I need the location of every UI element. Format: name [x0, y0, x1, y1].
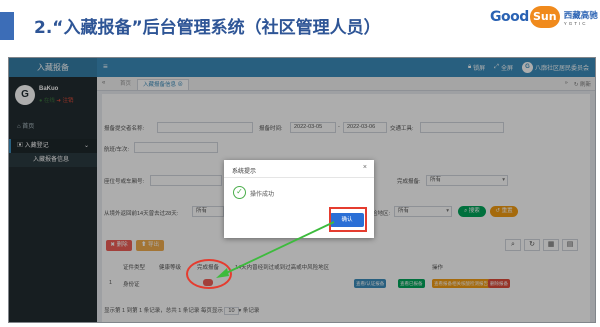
- slide-header: 2.“入藏报备”后台管理系统（社区管理人员） Good Sun 西藏高驰 YGT…: [0, 0, 600, 46]
- close-icon[interactable]: ×: [363, 164, 367, 171]
- company-logo: Good Sun 西藏高驰 YGTIC: [490, 6, 598, 28]
- check-icon: ✓: [233, 186, 246, 199]
- confirm-highlight-box: [329, 207, 367, 232]
- completed-status-highlight: [186, 259, 232, 289]
- dialog-message: 操作成功: [250, 192, 275, 198]
- dialog-divider: [224, 177, 374, 178]
- slide-title: 2.“入藏报备”后台管理系统（社区管理人员）: [34, 18, 381, 38]
- dialog-title: 系统提示: [232, 169, 257, 175]
- title-accent-bar: [0, 12, 14, 40]
